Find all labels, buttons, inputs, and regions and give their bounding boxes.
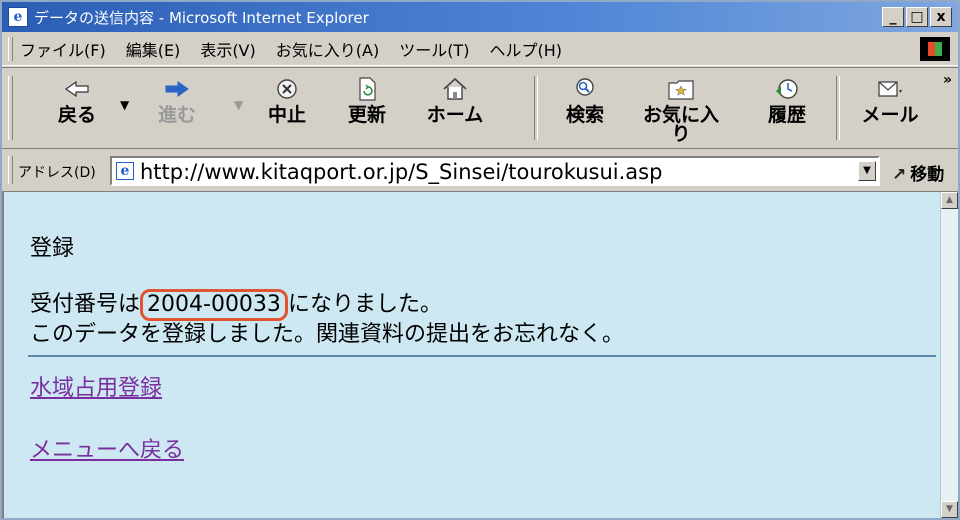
windows-logo-icon xyxy=(920,37,950,61)
menu-edit[interactable]: 編集(E) xyxy=(126,37,181,61)
forward-label: 進む xyxy=(157,104,196,126)
window-controls: _ □ x xyxy=(882,7,952,27)
home-icon xyxy=(440,74,470,104)
forward-button[interactable]: 進む xyxy=(142,74,212,144)
mail-button[interactable]: メール xyxy=(850,74,930,144)
browser-window: e データの送信内容 - Microsoft Internet Explorer… xyxy=(0,0,960,520)
menu-file[interactable]: ファイル(F) xyxy=(20,37,106,61)
back-to-menu-link[interactable]: メニューへ戻る xyxy=(30,432,184,464)
menu-bar: ファイル(F) 編集(E) 表示(V) お気に入り(A) ツール(T) ヘルプ(… xyxy=(2,32,958,66)
vertical-scrollbar[interactable]: ▲ ▼ xyxy=(940,192,958,518)
search-button[interactable]: 検索 xyxy=(550,74,620,144)
minimize-button[interactable]: _ xyxy=(882,7,904,27)
back-label: 戻る xyxy=(57,104,96,126)
go-arrow-icon: ↗ xyxy=(892,165,907,185)
forward-arrow-icon xyxy=(162,74,192,104)
back-button[interactable]: 戻る xyxy=(42,74,112,144)
address-label: アドレス(D) xyxy=(18,165,96,181)
favorites-button[interactable]: お気に入 り xyxy=(636,74,726,144)
mail-icon xyxy=(875,74,905,104)
scroll-down-icon[interactable]: ▼ xyxy=(941,501,958,518)
home-button[interactable]: ホーム xyxy=(420,74,490,144)
receipt-suffix: になりました。 xyxy=(287,292,442,317)
menu-help[interactable]: ヘルプ(H) xyxy=(489,37,562,61)
address-bar: アドレス(D) e http://www.kitaqport.or.jp/S_S… xyxy=(2,150,958,192)
address-url[interactable]: http://www.kitaqport.or.jp/S_Sinsei/tour… xyxy=(140,160,662,184)
water-area-registration-link[interactable]: 水域占用登録 xyxy=(30,370,162,402)
page-content: 登録 受付番号は 2004-00033 になりました。 このデータを登録しました。関… xyxy=(2,192,942,518)
go-label: 移動 xyxy=(910,165,945,185)
menu-favorites[interactable]: お気に入り(A) xyxy=(276,37,379,61)
home-label: ホーム xyxy=(426,104,484,126)
history-label: 履歴 xyxy=(767,104,806,126)
page-icon: e xyxy=(116,162,134,180)
back-dropdown-icon[interactable]: ▼ xyxy=(120,98,129,112)
toolbar-overflow-icon[interactable]: » xyxy=(943,72,952,88)
go-button[interactable]: ↗ 移動 xyxy=(892,160,944,185)
address-dropdown-icon[interactable]: ▼ xyxy=(858,161,876,181)
history-icon xyxy=(772,74,802,104)
window-title: データの送信内容 - Microsoft Internet Explorer xyxy=(34,8,369,27)
toolbar-separator xyxy=(836,76,840,140)
favorites-label-cont: り xyxy=(671,123,691,145)
toolbar: 戻る ▼ 進む ▼ 中止 更新 ホーム 検索 お気に入 り 履歴 メール » xyxy=(2,67,958,149)
favorites-icon xyxy=(666,74,696,104)
back-arrow-icon xyxy=(62,74,92,104)
toolbar-separator xyxy=(534,76,538,140)
menu-grip xyxy=(8,37,13,61)
page-heading: 登録 xyxy=(30,236,75,261)
menu-tools[interactable]: ツール(T) xyxy=(399,37,469,61)
refresh-label: 更新 xyxy=(347,104,386,126)
stop-button[interactable]: 中止 xyxy=(252,74,322,144)
refresh-icon xyxy=(352,74,382,104)
address-grip xyxy=(8,156,13,184)
search-label: 検索 xyxy=(565,104,604,126)
address-input[interactable]: e http://www.kitaqport.or.jp/S_Sinsei/to… xyxy=(110,156,880,186)
divider xyxy=(28,355,936,357)
confirmation-message: このデータを登録しました。関連資料の提出をお忘れなく。 xyxy=(30,322,625,347)
title-bar: e データの送信内容 - Microsoft Internet Explorer… xyxy=(2,2,958,32)
history-button[interactable]: 履歴 xyxy=(752,74,822,144)
scroll-up-icon[interactable]: ▲ xyxy=(941,192,958,209)
receipt-prefix: 受付番号は xyxy=(30,292,141,317)
toolbar-grip xyxy=(8,76,13,140)
maximize-button[interactable]: □ xyxy=(906,7,928,27)
close-button[interactable]: x xyxy=(930,7,952,27)
ie-icon: e xyxy=(8,7,28,27)
search-icon xyxy=(570,74,600,104)
refresh-button[interactable]: 更新 xyxy=(332,74,402,144)
stop-label: 中止 xyxy=(267,104,306,126)
forward-dropdown-icon[interactable]: ▼ xyxy=(234,98,243,112)
mail-label: メール xyxy=(861,104,919,126)
menu-view[interactable]: 表示(V) xyxy=(200,37,255,61)
stop-icon xyxy=(272,74,302,104)
